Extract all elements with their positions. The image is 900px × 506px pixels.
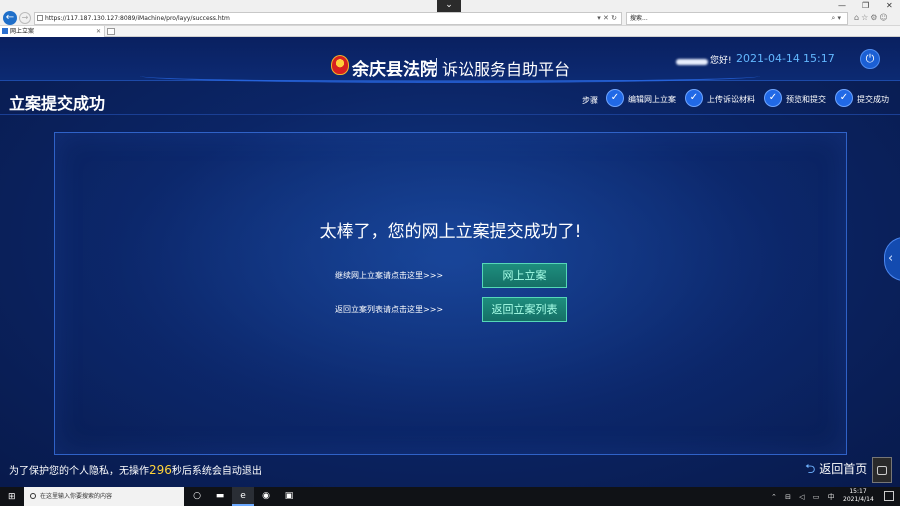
screen-thumbnail[interactable] xyxy=(872,457,892,483)
back-button[interactable]: ← xyxy=(3,11,17,25)
court-emblem-icon xyxy=(331,55,349,75)
tab-close-icon[interactable]: ✕ xyxy=(96,26,101,37)
restore-icon[interactable]: ❐ xyxy=(862,1,869,10)
tab-favicon xyxy=(2,28,8,34)
platform-name: 诉讼服务自助平台 xyxy=(442,60,571,79)
search-icon xyxy=(30,493,36,499)
check-icon: ✓ xyxy=(764,89,782,107)
court-name: 余庆县法院 xyxy=(352,60,437,80)
tab-list-dropdown[interactable]: ⌄ xyxy=(437,0,461,12)
privacy-prefix: 为了保护您的个人隐私，无操作 xyxy=(9,466,149,477)
ime-indicator[interactable]: 中 xyxy=(828,493,838,501)
back-home-button[interactable]: ⮌ 返回首页 xyxy=(805,460,867,482)
return-hint: 返回立案列表请点击这里>>> xyxy=(335,305,444,314)
address-bar[interactable]: https://117.187.130.127:8089/iMachine/pr… xyxy=(34,12,622,25)
cortana-icon[interactable]: ○ xyxy=(186,487,208,506)
taskbar-time: 15:17 xyxy=(849,488,867,495)
step-label: 编辑网上立案 xyxy=(628,95,676,104)
refresh-icon[interactable]: ▾ ✕ ↻ xyxy=(597,13,617,24)
check-icon: ✓ xyxy=(685,89,703,107)
return-arrow-icon: ⮌ xyxy=(805,462,816,477)
ie-browser-icon[interactable]: e xyxy=(232,487,254,506)
title-divider xyxy=(436,58,437,74)
taskbar-search-input[interactable]: 在这里输入你要搜索的内容 xyxy=(24,487,184,506)
success-panel: 太棒了，您的网上立案提交成功了! 继续网上立案请点击这里>>> 网上立案 返回立… xyxy=(54,132,847,455)
steps-label: 步骤 xyxy=(582,96,598,105)
browser-toolbar: ⌄ ← → https://117.187.130.127:8089/iMach… xyxy=(0,0,900,26)
page-bar: 立案提交成功 步骤 ✓ 编辑网上立案 ✓ 上传诉讼材料 ✓ 预览和提交 ✓ 提交… xyxy=(0,81,900,115)
search-placeholder: 搜索... xyxy=(630,15,648,22)
search-icon[interactable]: ⌕ ▾ xyxy=(831,13,841,24)
close-icon[interactable]: ✕ xyxy=(886,1,893,10)
app-window-icon[interactable]: ▣ xyxy=(278,487,300,506)
online-filing-button[interactable]: 网上立案 xyxy=(482,263,567,288)
step-label: 上传诉讼材料 xyxy=(707,95,755,104)
continue-hint: 继续网上立案请点击这里>>> xyxy=(335,271,444,280)
taskbar-search-placeholder: 在这里输入你要搜索的内容 xyxy=(40,493,113,500)
return-list-button[interactable]: 返回立案列表 xyxy=(482,297,567,322)
step-label: 预览和提交 xyxy=(786,95,826,104)
taskbar-clock[interactable]: 15:17 2021/4/14 xyxy=(843,488,874,504)
new-tab-button[interactable] xyxy=(107,28,115,35)
privacy-notice: 为了保护您的个人隐私，无操作296秒后系统会自动退出 xyxy=(9,462,262,477)
forward-button[interactable]: → xyxy=(19,12,31,24)
check-icon: ✓ xyxy=(835,89,853,107)
notification-icon[interactable] xyxy=(884,491,894,501)
file-explorer-icon[interactable]: ▬ xyxy=(209,487,231,506)
system-tray-icons[interactable]: ⌃ ⊟ ◁ ▭ 中 xyxy=(771,492,838,502)
taskbar-date: 2021/4/14 xyxy=(843,496,874,503)
user-name-redacted xyxy=(676,59,708,65)
windows-taskbar: ⊞ 在这里输入你要搜索的内容 ○ ▬ e ◉ ▣ ⌃ ⊟ ◁ ▭ 中 15:17… xyxy=(0,487,900,506)
step-label: 提交成功 xyxy=(857,95,889,104)
address-url: https://117.187.130.127:8089/iMachine/pr… xyxy=(45,15,230,22)
back-home-label: 返回首页 xyxy=(819,462,868,476)
page-icon xyxy=(37,15,43,21)
chrome-icon[interactable]: ◉ xyxy=(255,487,277,506)
greeting: 您好! xyxy=(710,56,732,66)
browser-search-input[interactable]: 搜索... ⌕ ▾ xyxy=(626,12,848,25)
tab-title: 网上立案 xyxy=(10,28,35,35)
minimize-icon[interactable]: — xyxy=(838,1,846,10)
countdown-seconds: 296 xyxy=(149,463,172,477)
page-title: 立案提交成功 xyxy=(9,94,106,113)
favorites-icons[interactable]: ⌂☆⚙☺ xyxy=(854,13,890,22)
header-time: 15:17 xyxy=(803,52,835,65)
side-panel-chevron-left-icon[interactable]: ‹ xyxy=(884,237,900,281)
header-date: 2021-04-14 xyxy=(736,52,800,65)
windows-start-icon[interactable]: ⊞ xyxy=(8,492,16,502)
check-icon: ✓ xyxy=(606,89,624,107)
success-message: 太棒了，您的网上立案提交成功了! xyxy=(319,222,582,242)
privacy-suffix: 秒后系统会自动退出 xyxy=(171,466,262,477)
logout-power-icon[interactable]: ⏻ xyxy=(860,49,880,69)
app-header: 余庆县法院 诉讼服务自助平台 您好! 2021-04-14 15:17 ⏻ xyxy=(0,37,900,83)
app: 余庆县法院 诉讼服务自助平台 您好! 2021-04-14 15:17 ⏻ 立案… xyxy=(0,37,900,487)
thumbnail-icon xyxy=(877,466,887,475)
tab-bar: 网上立案 ✕ xyxy=(0,26,900,37)
tab-current[interactable]: 网上立案 ✕ xyxy=(0,26,105,37)
